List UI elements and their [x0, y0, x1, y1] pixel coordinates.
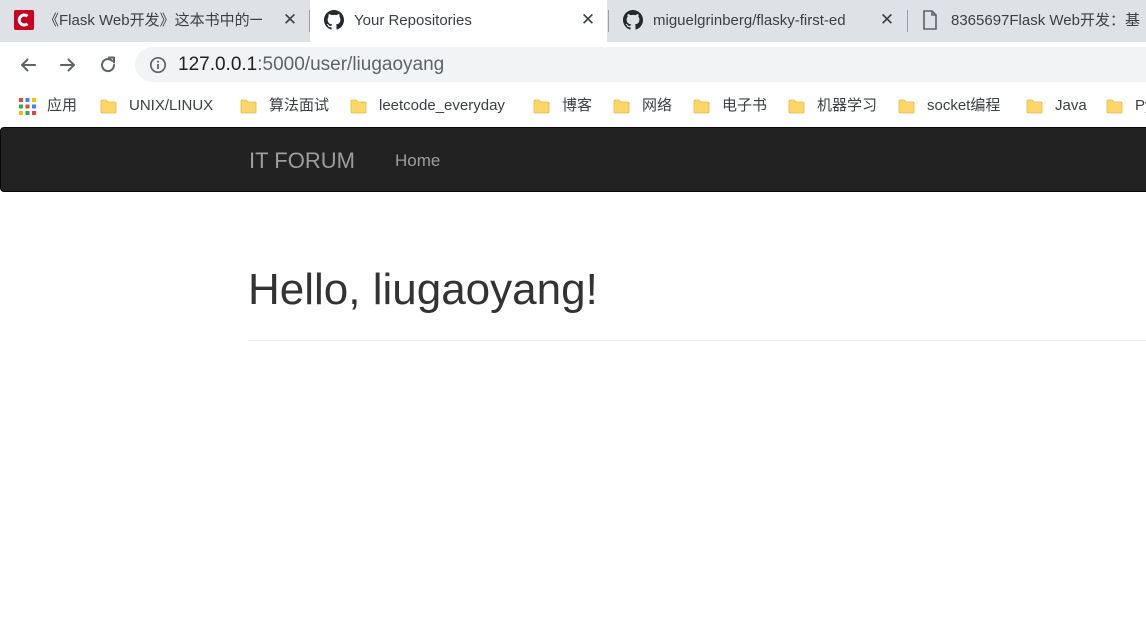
bookmark-apps[interactable]: 应用 [19, 95, 77, 117]
url-host: 127.0.0.1 [178, 54, 258, 75]
back-arrow-icon[interactable] [15, 52, 41, 78]
tab-your-repositories[interactable]: Your Repositories ✕ [310, 0, 607, 42]
close-icon[interactable]: ✕ [877, 10, 897, 30]
bookmark-folder-algorithms[interactable]: 算法面试 [240, 95, 329, 117]
bookmark-label: 电子书 [722, 97, 768, 114]
url-path: :5000/user/liugaoyang [257, 54, 445, 75]
tab-flask-book[interactable]: 《Flask Web开发》这本书中的一 ✕ [0, 0, 308, 42]
bookmark-label: 网络 [642, 97, 673, 114]
bookmark-folder-py[interactable]: Py [1106, 95, 1146, 117]
reload-icon[interactable] [95, 52, 121, 78]
bookmark-folder-machine-learning[interactable]: 机器学习 [788, 95, 877, 117]
folder-icon [1106, 99, 1123, 114]
folder-icon [788, 99, 805, 114]
bookmark-folder-blog[interactable]: 博客 [533, 95, 592, 117]
page-viewport: IT FORUM Home Hello, liugaoyang! [0, 125, 1146, 617]
bookmark-label: 应用 [47, 97, 78, 114]
bookmark-folder-leetcode[interactable]: leetcode_everyday [350, 95, 505, 117]
folder-icon [1026, 99, 1043, 114]
close-icon[interactable]: ✕ [578, 10, 598, 30]
tab-title: 《Flask Web开发》这本书中的一 [44, 12, 262, 29]
nav-home-link[interactable]: Home [395, 151, 440, 171]
bookmark-label: Py [1135, 97, 1146, 114]
folder-icon [240, 99, 257, 114]
address-bar[interactable]: 127.0.0.1:5000/user/liugaoyang [135, 47, 1146, 82]
bookmark-folder-socket[interactable]: socket编程 [898, 95, 1000, 117]
greeting-heading: Hello, liugaoyang! [248, 265, 598, 314]
browser-toolbar: 127.0.0.1:5000/user/liugaoyang [0, 42, 1146, 87]
bookmark-label: 算法面试 [269, 97, 330, 114]
bookmark-folder-ebooks[interactable]: 电子书 [693, 95, 767, 117]
bookmarks-bar: 应用 UNIX/LINUX 算法面试 leetcode_everyday 博客 … [0, 87, 1146, 125]
info-icon[interactable] [149, 56, 167, 74]
tab-title: 8365697Flask Web开发：基 [951, 12, 1140, 29]
site-brand-link[interactable]: IT FORUM [249, 148, 355, 174]
folder-icon [100, 99, 117, 114]
apps-grid-icon [19, 97, 36, 115]
bookmark-label: 机器学习 [817, 97, 878, 114]
forward-arrow-icon[interactable] [55, 52, 81, 78]
bookmark-label: 博客 [562, 97, 593, 114]
tab-flask-doc[interactable]: 8365697Flask Web开发：基 [908, 0, 1146, 42]
bookmark-folder-network[interactable]: 网络 [613, 95, 672, 117]
bookmark-folder-unix-linux[interactable]: UNIX/LINUX [100, 95, 213, 117]
github-icon [324, 10, 344, 30]
folder-icon [898, 99, 915, 114]
bookmark-label: socket编程 [927, 97, 1001, 114]
bookmark-label: UNIX/LINUX [129, 97, 214, 114]
bookmark-label: Java [1055, 97, 1087, 114]
tab-flasky-repo[interactable]: miguelgrinberg/flasky-first-ed ✕ [609, 0, 907, 42]
tab-title: miguelgrinberg/flasky-first-ed [653, 12, 846, 29]
site-navbar: IT FORUM Home [0, 127, 1146, 192]
page-header: Hello, liugaoyang! [248, 264, 1146, 341]
bookmark-folder-java[interactable]: Java [1026, 95, 1087, 117]
folder-icon [350, 99, 367, 114]
folder-icon [613, 99, 630, 114]
close-icon[interactable]: ✕ [280, 10, 300, 30]
url-text[interactable]: 127.0.0.1:5000/user/liugaoyang [178, 55, 444, 75]
folder-icon [693, 99, 710, 114]
bookmark-label: leetcode_everyday [379, 97, 505, 114]
tab-title: Your Repositories [354, 12, 472, 29]
csdn-icon [14, 10, 34, 30]
document-icon [920, 10, 940, 30]
folder-icon [533, 99, 550, 114]
github-icon [623, 10, 643, 30]
tab-strip: 《Flask Web开发》这本书中的一 ✕ Your Repositories … [0, 0, 1146, 42]
